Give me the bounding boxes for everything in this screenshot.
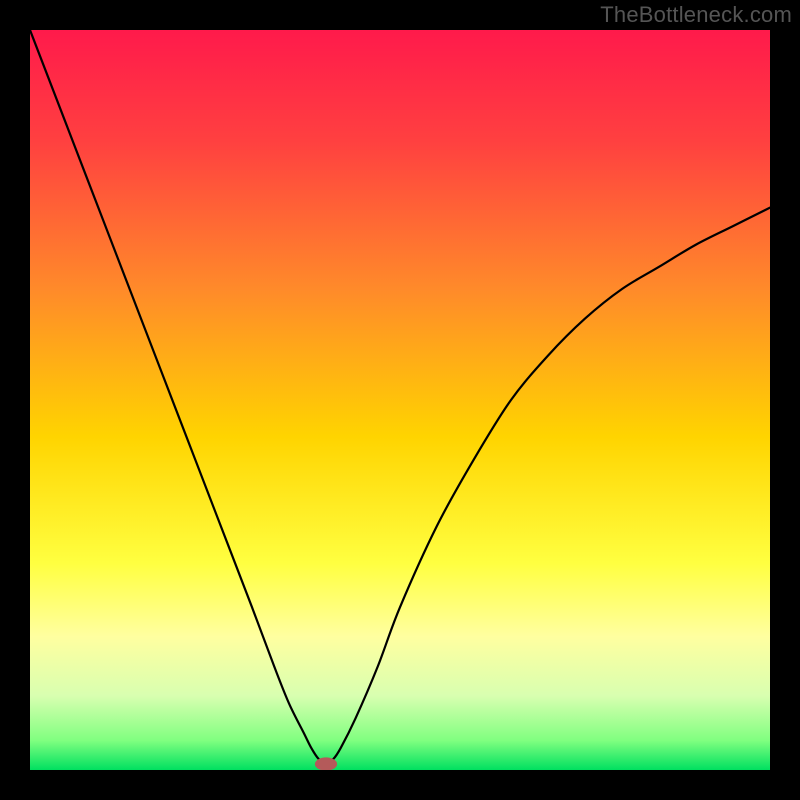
chart-svg [30,30,770,770]
gradient-background [30,30,770,770]
chart-frame: TheBottleneck.com [0,0,800,800]
watermark-text: TheBottleneck.com [600,2,792,28]
plot-area [30,30,770,770]
